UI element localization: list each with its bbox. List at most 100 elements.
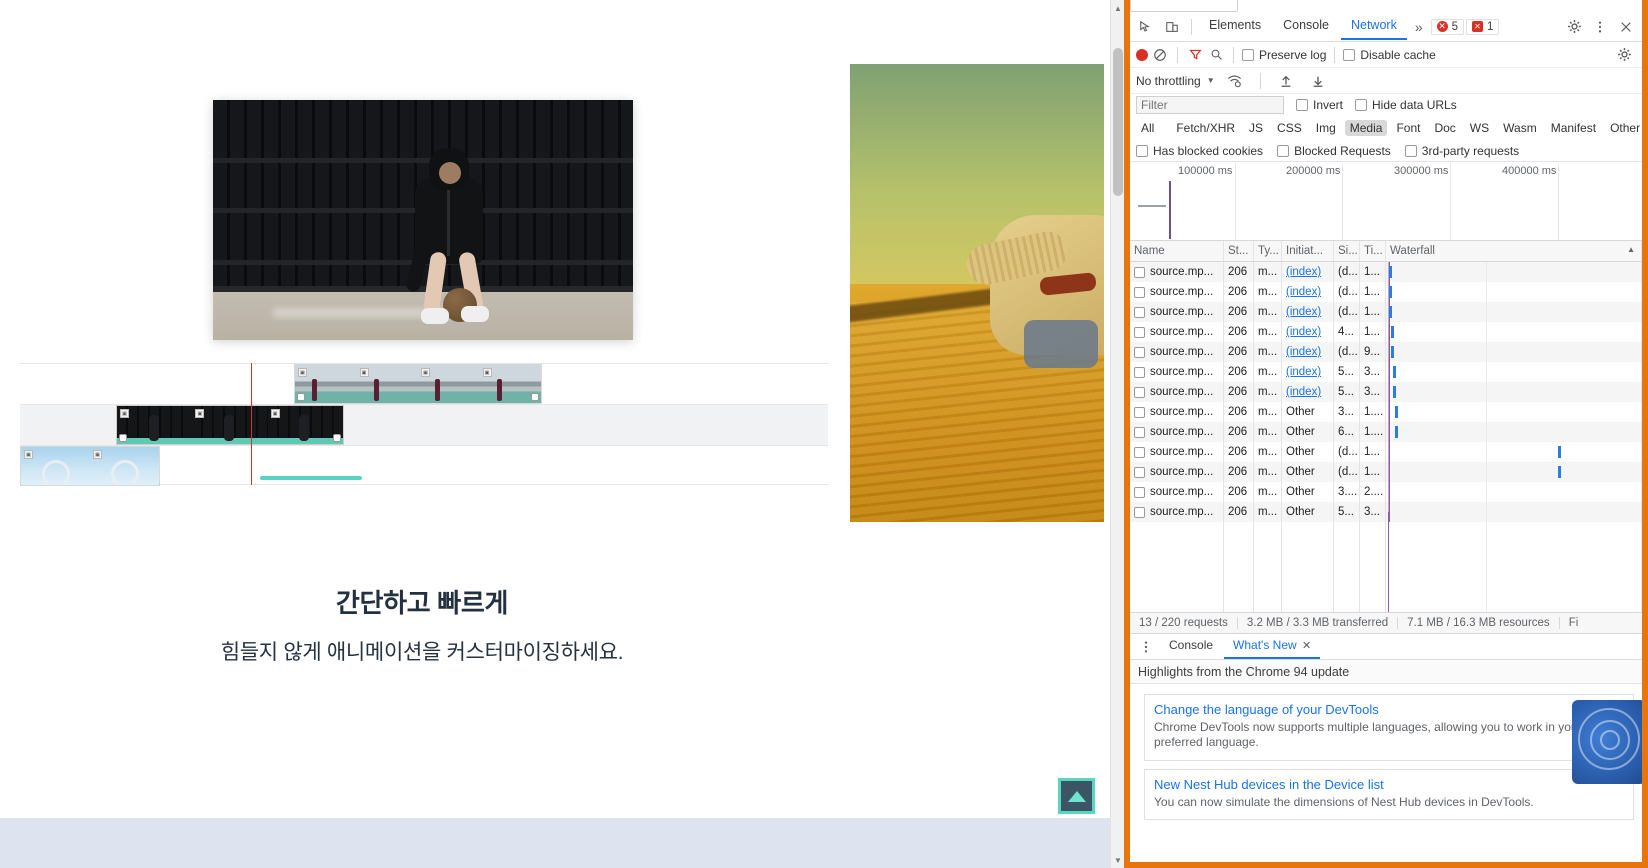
filter-icon[interactable] — [1186, 46, 1204, 64]
gear-icon[interactable] — [1562, 16, 1586, 38]
table-row[interactable]: source.mp... 206 m... (index) (d... 1... — [1130, 302, 1642, 322]
timeline-track-1[interactable]: ▣ ▣ ▣ ▣ — [20, 364, 828, 404]
error-count-badge[interactable]: ✕ 5 — [1430, 18, 1465, 35]
scrollbar-up-arrow[interactable]: ▲ — [1111, 0, 1124, 16]
row-checkbox[interactable] — [1134, 346, 1145, 358]
row-checkbox[interactable] — [1134, 386, 1145, 398]
type-filter-img[interactable]: Img — [1311, 120, 1341, 136]
clip-handle-left[interactable] — [119, 434, 127, 442]
clip-handle-left[interactable] — [297, 393, 305, 401]
column-header-waterfall[interactable]: Waterfall ▲ — [1386, 241, 1642, 261]
filter-input[interactable] — [1136, 96, 1284, 114]
whats-new-card-title[interactable]: New Nest Hub devices in the Device list — [1154, 777, 1624, 792]
import-har-icon[interactable] — [1274, 70, 1298, 92]
scroll-to-top-button[interactable] — [1058, 778, 1095, 814]
initiator-link[interactable]: (index) — [1286, 306, 1321, 318]
drawer-tab-close-icon[interactable]: ✕ — [1302, 640, 1311, 652]
timeline-track-2[interactable]: ▣ ▣ ▣ — [20, 405, 828, 445]
type-filter-other[interactable]: Other — [1605, 120, 1642, 136]
network-conditions-icon[interactable] — [1223, 70, 1247, 92]
more-tabs-icon[interactable]: » — [1409, 19, 1429, 35]
initiator-link[interactable]: (index) — [1286, 286, 1321, 298]
type-filter-all[interactable]: All — [1136, 120, 1159, 136]
video-preview-frame[interactable] — [213, 100, 633, 340]
whats-new-card[interactable]: New Nest Hub devices in the Device list … — [1144, 768, 1634, 821]
type-filter-ws[interactable]: WS — [1465, 120, 1494, 136]
hide-data-urls-checkbox[interactable]: Hide data URLs — [1355, 98, 1457, 112]
video-timeline[interactable]: ▣ ▣ ▣ ▣ ▣ ▣ ▣ ▣ ▣ — [20, 363, 828, 486]
type-filter-js[interactable]: JS — [1244, 120, 1268, 136]
inspect-element-icon[interactable] — [1134, 16, 1158, 38]
drawer-kebab-menu-icon[interactable] — [1134, 636, 1158, 658]
table-row[interactable]: source.mp... 206 m... Other 6... 1.... — [1130, 422, 1642, 442]
type-filter-doc[interactable]: Doc — [1429, 120, 1460, 136]
whats-new-card[interactable]: Change the language of your DevTools Chr… — [1144, 694, 1634, 761]
initiator-link[interactable]: (index) — [1286, 366, 1321, 378]
table-row[interactable]: source.mp... 206 m... (index) (d... 9... — [1130, 342, 1642, 362]
tab-console[interactable]: Console — [1273, 13, 1339, 40]
initiator-link[interactable]: (index) — [1286, 346, 1321, 358]
column-header-initiator[interactable]: Initiat... — [1282, 241, 1334, 261]
scrollbar-down-arrow[interactable]: ▼ — [1111, 852, 1124, 868]
drawer-tab-console[interactable]: Console — [1160, 634, 1222, 659]
column-header-type[interactable]: Ty... — [1254, 241, 1282, 261]
column-header-name[interactable]: Name — [1130, 241, 1224, 261]
initiator-link[interactable]: (index) — [1286, 386, 1321, 398]
row-checkbox[interactable] — [1134, 446, 1145, 458]
row-checkbox[interactable] — [1134, 466, 1145, 478]
type-filter-css[interactable]: CSS — [1272, 120, 1307, 136]
timeline-playhead[interactable] — [251, 363, 252, 485]
clear-network-log-icon[interactable] — [1151, 46, 1169, 64]
row-checkbox[interactable] — [1134, 286, 1145, 298]
table-row[interactable]: source.mp... 206 m... (index) (d... 1... — [1130, 282, 1642, 302]
preserve-log-checkbox[interactable]: Preserve log — [1242, 48, 1326, 62]
warning-count-badge[interactable]: ✕ 1 — [1466, 18, 1500, 35]
search-icon[interactable] — [1207, 46, 1225, 64]
device-toolbar-icon[interactable] — [1160, 16, 1184, 38]
type-filter-media[interactable]: Media — [1344, 120, 1388, 136]
scrollbar-thumb[interactable] — [1113, 48, 1123, 196]
tab-elements[interactable]: Elements — [1199, 13, 1271, 40]
network-overview-graph[interactable]: 100000 ms 200000 ms 300000 ms 400000 ms — [1130, 163, 1642, 241]
clip-handle-right[interactable] — [333, 434, 341, 442]
drawer-tab-whats-new[interactable]: What's New ✕ — [1224, 634, 1321, 659]
type-filter-font[interactable]: Font — [1391, 120, 1425, 136]
table-row[interactable]: source.mp... 206 m... Other (d... 1... — [1130, 442, 1642, 462]
record-button[interactable] — [1136, 48, 1148, 61]
column-header-size[interactable]: Si... — [1334, 241, 1360, 261]
table-row[interactable]: source.mp... 206 m... Other 3.... 2.... — [1130, 482, 1642, 502]
type-filter-wasm[interactable]: Wasm — [1498, 120, 1542, 136]
type-filter-manifest[interactable]: Manifest — [1546, 120, 1601, 136]
has-blocked-cookies-checkbox[interactable]: Has blocked cookies — [1136, 144, 1263, 158]
initiator-link[interactable]: (index) — [1286, 266, 1321, 278]
whats-new-card-title[interactable]: Change the language of your DevTools — [1154, 702, 1624, 717]
clip-handle-right[interactable] — [531, 393, 539, 401]
audio-waveform-bar[interactable] — [260, 476, 362, 480]
table-row[interactable]: source.mp... 206 m... (index) 5... 3... — [1130, 362, 1642, 382]
column-header-status[interactable]: St... — [1224, 241, 1254, 261]
row-checkbox[interactable] — [1134, 366, 1145, 378]
row-checkbox[interactable] — [1134, 426, 1145, 438]
blocked-requests-checkbox[interactable]: Blocked Requests — [1277, 144, 1391, 158]
table-row[interactable]: source.mp... 206 m... Other 3... 1.... — [1130, 402, 1642, 422]
timeline-track-3[interactable]: ▣ ▣ — [20, 446, 828, 486]
tab-network[interactable]: Network — [1340, 13, 1407, 40]
column-header-time[interactable]: Ti... — [1360, 241, 1386, 261]
third-party-requests-checkbox[interactable]: 3rd-party requests — [1404, 144, 1519, 158]
throttling-select[interactable]: No throttling ▼ — [1136, 74, 1215, 88]
export-har-icon[interactable] — [1306, 70, 1330, 92]
table-row[interactable]: source.mp... 206 m... Other (d... 1... — [1130, 462, 1642, 482]
table-row[interactable]: source.mp... 206 m... (index) 4... 1... — [1130, 322, 1642, 342]
initiator-link[interactable]: (index) — [1286, 326, 1321, 338]
timeline-clip[interactable]: ▣ ▣ — [20, 446, 160, 486]
row-checkbox[interactable] — [1134, 266, 1145, 278]
network-settings-gear-icon[interactable] — [1612, 44, 1636, 66]
row-checkbox[interactable] — [1134, 306, 1145, 318]
table-row[interactable]: source.mp... 206 m... (index) (d... 1... — [1130, 262, 1642, 282]
timeline-clip[interactable]: ▣ ▣ ▣ — [116, 405, 344, 445]
row-checkbox[interactable] — [1134, 486, 1145, 498]
timeline-clip[interactable]: ▣ ▣ ▣ ▣ — [294, 364, 542, 404]
disable-cache-checkbox[interactable]: Disable cache — [1343, 48, 1436, 62]
page-scrollbar[interactable]: ▲ ▼ — [1110, 0, 1124, 868]
row-checkbox[interactable] — [1134, 326, 1145, 338]
